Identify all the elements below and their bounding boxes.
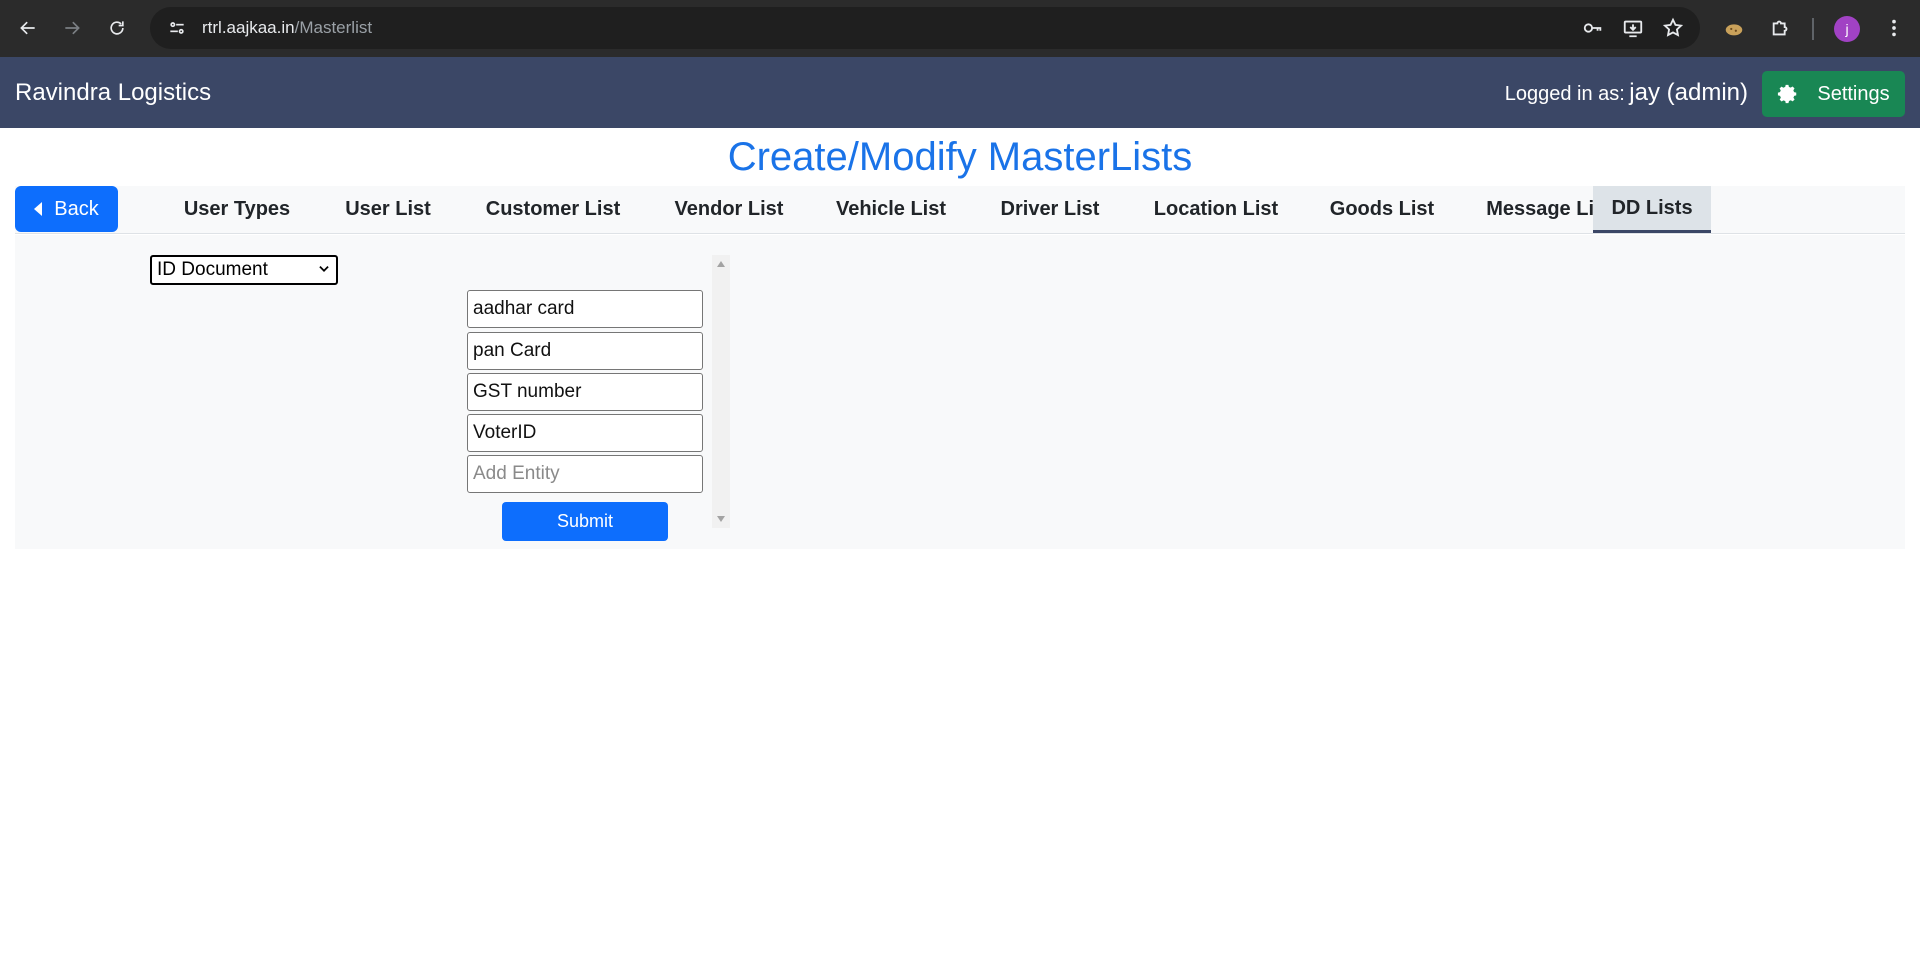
dd-lists-panel: ID Document Submit xyxy=(15,235,1905,549)
tab-user-types[interactable]: User Types xyxy=(156,186,318,233)
login-info: Logged in as: jay (admin) xyxy=(1505,79,1748,107)
entity-input[interactable] xyxy=(467,332,703,370)
site-info-icon[interactable] xyxy=(162,13,192,43)
extensions-puzzle-icon[interactable] xyxy=(1767,14,1795,42)
page-title: Create/Modify MasterLists xyxy=(727,135,1193,179)
profile-avatar[interactable]: j xyxy=(1834,16,1860,42)
tab-goods-list[interactable]: Goods List xyxy=(1304,186,1460,233)
add-entity-input[interactable] xyxy=(467,455,703,493)
gear-icon xyxy=(1778,84,1797,104)
logged-in-label: Logged in as: xyxy=(1504,83,1625,105)
url-text: rtrl.aajkaa.in/Masterlist xyxy=(202,18,373,37)
tab-driver-list[interactable]: Driver List xyxy=(972,186,1128,233)
list-type-selected: ID Document xyxy=(157,259,268,280)
address-bar[interactable]: rtrl.aajkaa.in/Masterlist xyxy=(150,7,1700,49)
bookmark-star-icon[interactable] xyxy=(1660,15,1686,41)
toolbar-divider xyxy=(1812,18,1814,40)
tab-user-list[interactable]: User List xyxy=(318,186,458,233)
caret-left-icon xyxy=(34,202,43,216)
entity-list-scrollbar[interactable] xyxy=(712,255,730,528)
extension-cookie-icon[interactable] xyxy=(1720,14,1748,42)
scroll-down-icon[interactable] xyxy=(717,516,725,522)
brand-name[interactable]: Ravindra Logistics xyxy=(15,79,211,107)
browser-menu-icon[interactable] xyxy=(1880,14,1908,42)
tab-vendor-list[interactable]: Vendor List xyxy=(648,186,810,233)
chevron-down-icon xyxy=(319,266,329,272)
submit-button[interactable]: Submit xyxy=(502,502,668,541)
settings-button[interactable]: Settings xyxy=(1762,71,1905,117)
back-label: Back xyxy=(54,197,99,220)
masterlist-tabbar: Back User Types User List Customer List … xyxy=(15,186,1905,234)
entity-input[interactable] xyxy=(467,290,703,328)
tab-dd-lists[interactable]: DD Lists xyxy=(1593,186,1711,233)
reload-icon[interactable] xyxy=(97,8,137,48)
tab-location-list[interactable]: Location List xyxy=(1128,186,1304,233)
back-button[interactable]: Back xyxy=(15,186,118,232)
browser-toolbar: rtrl.aajkaa.in/Masterlist j xyxy=(0,0,1920,57)
tab-vehicle-list[interactable]: Vehicle List xyxy=(810,186,972,233)
entity-input[interactable] xyxy=(467,373,703,411)
entity-list: Submit xyxy=(465,255,718,541)
entity-input[interactable] xyxy=(467,414,703,452)
scroll-up-icon[interactable] xyxy=(717,261,725,267)
forward-arrow-icon[interactable] xyxy=(52,8,92,48)
back-arrow-icon[interactable] xyxy=(8,8,48,48)
tab-customer-list[interactable]: Customer List xyxy=(458,186,648,233)
settings-label: Settings xyxy=(1817,82,1890,105)
install-app-icon[interactable] xyxy=(1620,15,1646,41)
current-user: jay (admin) xyxy=(1629,79,1748,106)
app-header: Ravindra Logistics Logged in as: jay (ad… xyxy=(0,57,1920,128)
password-key-icon[interactable] xyxy=(1580,15,1606,41)
list-type-select[interactable]: ID Document xyxy=(150,255,338,285)
